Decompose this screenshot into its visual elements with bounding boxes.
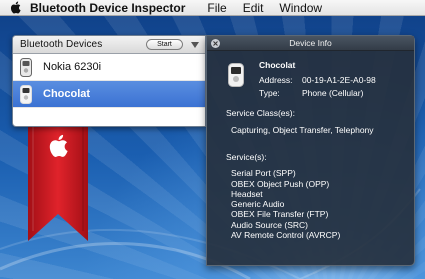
bluetooth-devices-panel: Bluetooth Devices Start Nokia 6230i Choc… [12,35,206,127]
type-value: Phone (Cellular) [302,88,364,98]
service-item: Generic Audio [231,199,285,210]
menu-bar: Bluetooth Device Inspector File Edit Win… [0,0,425,16]
apple-menu[interactable] [0,1,30,14]
device-summary: Chocolat Address: 00-19-A1-2E-A0-98 Type:… [207,58,414,104]
service-item: AV Remote Control (AVRCP) [231,230,341,241]
devices-header-controls: Start [146,39,199,50]
device-info-title: Device Info [289,38,332,48]
menu-file[interactable]: File [207,0,226,16]
address-label: Address: [259,75,293,85]
devices-panel-title: Bluetooth Devices [20,39,103,50]
disclosure-triangle-icon[interactable] [191,41,199,48]
menu-edit[interactable]: Edit [243,0,264,16]
cell-phone-icon [18,84,34,104]
menu-window[interactable]: Window [279,0,322,16]
device-name: Chocolat [43,88,91,100]
service-item: Serial Port (SPP) [231,168,296,179]
close-icon[interactable] [211,39,220,48]
device-row-nokia-6230i[interactable]: Nokia 6230i [13,54,205,81]
type-label: Type: [259,88,280,98]
service-item: Headset [231,188,263,199]
cell-phone-icon [228,63,244,92]
apple-logo-icon [10,1,21,14]
service-item: Audio Source (SRC) [231,219,309,230]
info-device-name: Chocolat [259,60,296,70]
address-value: 00-19-A1-2E-A0-98 [302,75,376,85]
device-info-titlebar: Device Info [207,36,414,51]
device-row-chocolat[interactable]: Chocolat [13,81,205,108]
service-item: OBEX Object Push (OPP) [231,178,330,189]
cell-phone-icon [18,57,34,77]
service-item: OBEX File Transfer (FTP) [231,209,329,220]
app-name-menu[interactable]: Bluetooth Device Inspector [30,1,185,15]
start-button[interactable]: Start [146,39,183,50]
type-row: Type: Phone (Cellular) [259,88,363,98]
service-class-heading: Service Class(es): [226,108,295,118]
device-info-body: Chocolat Address: 00-19-A1-2E-A0-98 Type:… [207,51,414,240]
address-row: Address: 00-19-A1-2E-A0-98 [259,75,376,85]
service-class-value: Capturing, Object Transfer, Telephony [231,125,374,135]
device-name: Nokia 6230i [43,61,102,73]
services-heading: Service(s): [226,152,267,163]
device-info-panel: Device Info Chocolat Address: 00-19-A1-2E… [206,35,415,266]
devices-panel-header: Bluetooth Devices Start [13,36,205,54]
